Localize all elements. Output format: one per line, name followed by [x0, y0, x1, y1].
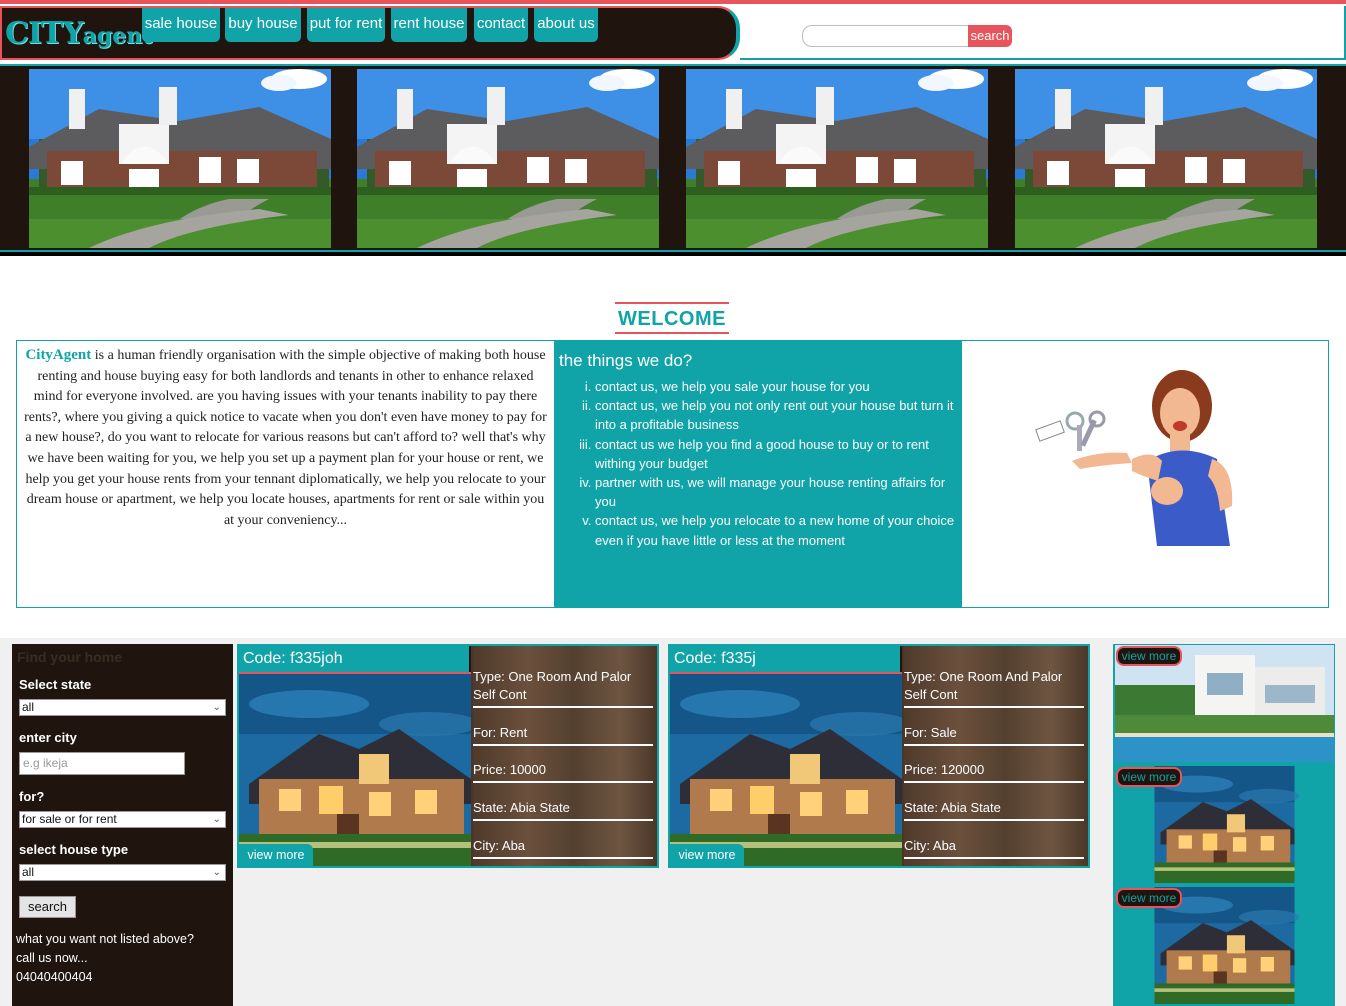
listing-state: State: Abia State: [904, 799, 1084, 821]
welcome-heading: WELCOME: [615, 302, 729, 334]
house-type-label: select house type: [19, 842, 129, 857]
site-header: CITYagent sale house buy house put for r…: [0, 0, 1346, 60]
listing-state: State: Abia State: [473, 799, 653, 821]
site-logo[interactable]: CITYagent: [5, 16, 152, 51]
listing-card-header: Code: f335j view more: [670, 646, 902, 866]
listing-card-header: Code: f335joh view more: [239, 646, 471, 866]
banner-house-image-1: [29, 69, 331, 248]
finder-search-button[interactable]: search: [19, 896, 76, 918]
listing-code: Code: f335joh: [243, 650, 343, 667]
city-label: enter city: [19, 730, 77, 745]
house-type-select[interactable]: all ⌄: [19, 864, 226, 881]
view-more-button[interactable]: view more: [1116, 888, 1182, 908]
listing-city: City: Aba: [473, 837, 653, 859]
city-input[interactable]: e.g ikeja: [19, 752, 185, 775]
listing-type: Type: One Room And Palor Self Cont: [473, 668, 653, 708]
service-item: contact us, we help you sale your house …: [595, 377, 958, 396]
logo-city-text: CITY: [5, 16, 84, 51]
service-item: contact us we help you find a good house…: [595, 435, 958, 473]
featured-thumbnails: view more view more view more: [1113, 644, 1335, 1006]
state-select-value: all: [22, 700, 35, 714]
banner-house-image-3: [686, 69, 988, 248]
listing-type: Type: One Room And Palor Self Cont: [904, 668, 1084, 708]
services-list: contact us, we help you sale your house …: [559, 377, 958, 550]
chevron-down-icon: ⌄: [212, 702, 221, 713]
view-more-button[interactable]: view more: [239, 844, 313, 866]
banner-house-image-4: [1015, 69, 1317, 248]
phone-number: 04040400404: [16, 970, 93, 984]
service-item: contact us, we help you relocate to a ne…: [595, 511, 958, 549]
nav-bar: CITYagent sale house buy house put for r…: [0, 6, 740, 60]
listing-for: For: Rent: [473, 724, 653, 746]
nav-sale-house[interactable]: sale house: [142, 8, 220, 42]
chevron-down-icon: ⌄: [212, 867, 221, 878]
for-label: for?: [19, 789, 45, 804]
nav-contact[interactable]: contact: [474, 8, 528, 42]
services-title: the things we do?: [559, 351, 693, 370]
listing-house-photo[interactable]: [670, 672, 902, 866]
featured-thumbnail[interactable]: view more: [1115, 766, 1334, 883]
find-home-panel: Find your home Select state all ⌄ enter c…: [12, 644, 233, 1006]
woman-with-keys-image: [962, 341, 1328, 607]
featured-thumbnail[interactable]: view more: [1115, 645, 1334, 762]
listing-house-photo[interactable]: [239, 672, 471, 866]
listing-price: Price: 10000: [473, 761, 653, 783]
view-more-button[interactable]: view more: [1116, 767, 1182, 787]
about-paragraph: CityAgent is a human friendly organisati…: [17, 341, 555, 607]
view-more-button[interactable]: view more: [1116, 646, 1182, 666]
listing-city: City: Aba: [904, 837, 1084, 859]
nav-put-for-rent[interactable]: put for rent: [307, 8, 385, 42]
listing-for: For: Sale: [904, 724, 1084, 746]
listing-price: Price: 120000: [904, 761, 1084, 783]
house-type-select-value: all: [22, 865, 35, 879]
call-us-note: call us now...: [16, 951, 88, 965]
for-select[interactable]: for sale or for rent ⌄: [19, 811, 226, 828]
featured-thumbnail[interactable]: view more: [1115, 887, 1334, 1004]
find-home-title: Find your home: [17, 649, 122, 665]
house-banner: [0, 64, 1346, 252]
listings-section: Find your home Select state all ⌄ enter c…: [0, 638, 1346, 1006]
banner-house-image-2: [357, 69, 659, 248]
listing-card: Code: f335j view more Type: One Room And…: [668, 644, 1090, 868]
nav-about-us[interactable]: about us: [534, 8, 598, 42]
state-label: Select state: [19, 677, 92, 692]
welcome-section: CityAgent is a human friendly organisati…: [16, 340, 1329, 608]
search-button[interactable]: search: [968, 25, 1012, 47]
search-input[interactable]: [802, 25, 970, 47]
for-select-value: for sale or for rent: [22, 812, 117, 826]
listing-code: Code: f335j: [674, 650, 756, 667]
chevron-down-icon: ⌄: [212, 814, 221, 825]
listing-details: Type: One Room And Palor Self Cont For: …: [904, 646, 1088, 866]
services-panel: the things we do? contact us, we help yo…: [555, 341, 962, 607]
about-text: is a human friendly organisation with th…: [24, 348, 547, 528]
search-area: search: [740, 6, 1346, 60]
view-more-button[interactable]: view more: [670, 844, 744, 866]
nav-rent-house[interactable]: rent house: [391, 8, 467, 42]
not-listed-note: what you want not listed above?: [16, 932, 194, 946]
service-item: partner with us, we will manage your hou…: [595, 473, 958, 511]
state-select[interactable]: all ⌄: [19, 699, 226, 716]
nav-buy-house[interactable]: buy house: [225, 8, 301, 42]
listing-card: Code: f335joh view more Type: One Room A…: [237, 644, 659, 868]
brand-name: CityAgent: [25, 347, 92, 363]
listing-details: Type: One Room And Palor Self Cont For: …: [473, 646, 657, 866]
service-item: contact us, we help you not only rent ou…: [595, 396, 958, 434]
